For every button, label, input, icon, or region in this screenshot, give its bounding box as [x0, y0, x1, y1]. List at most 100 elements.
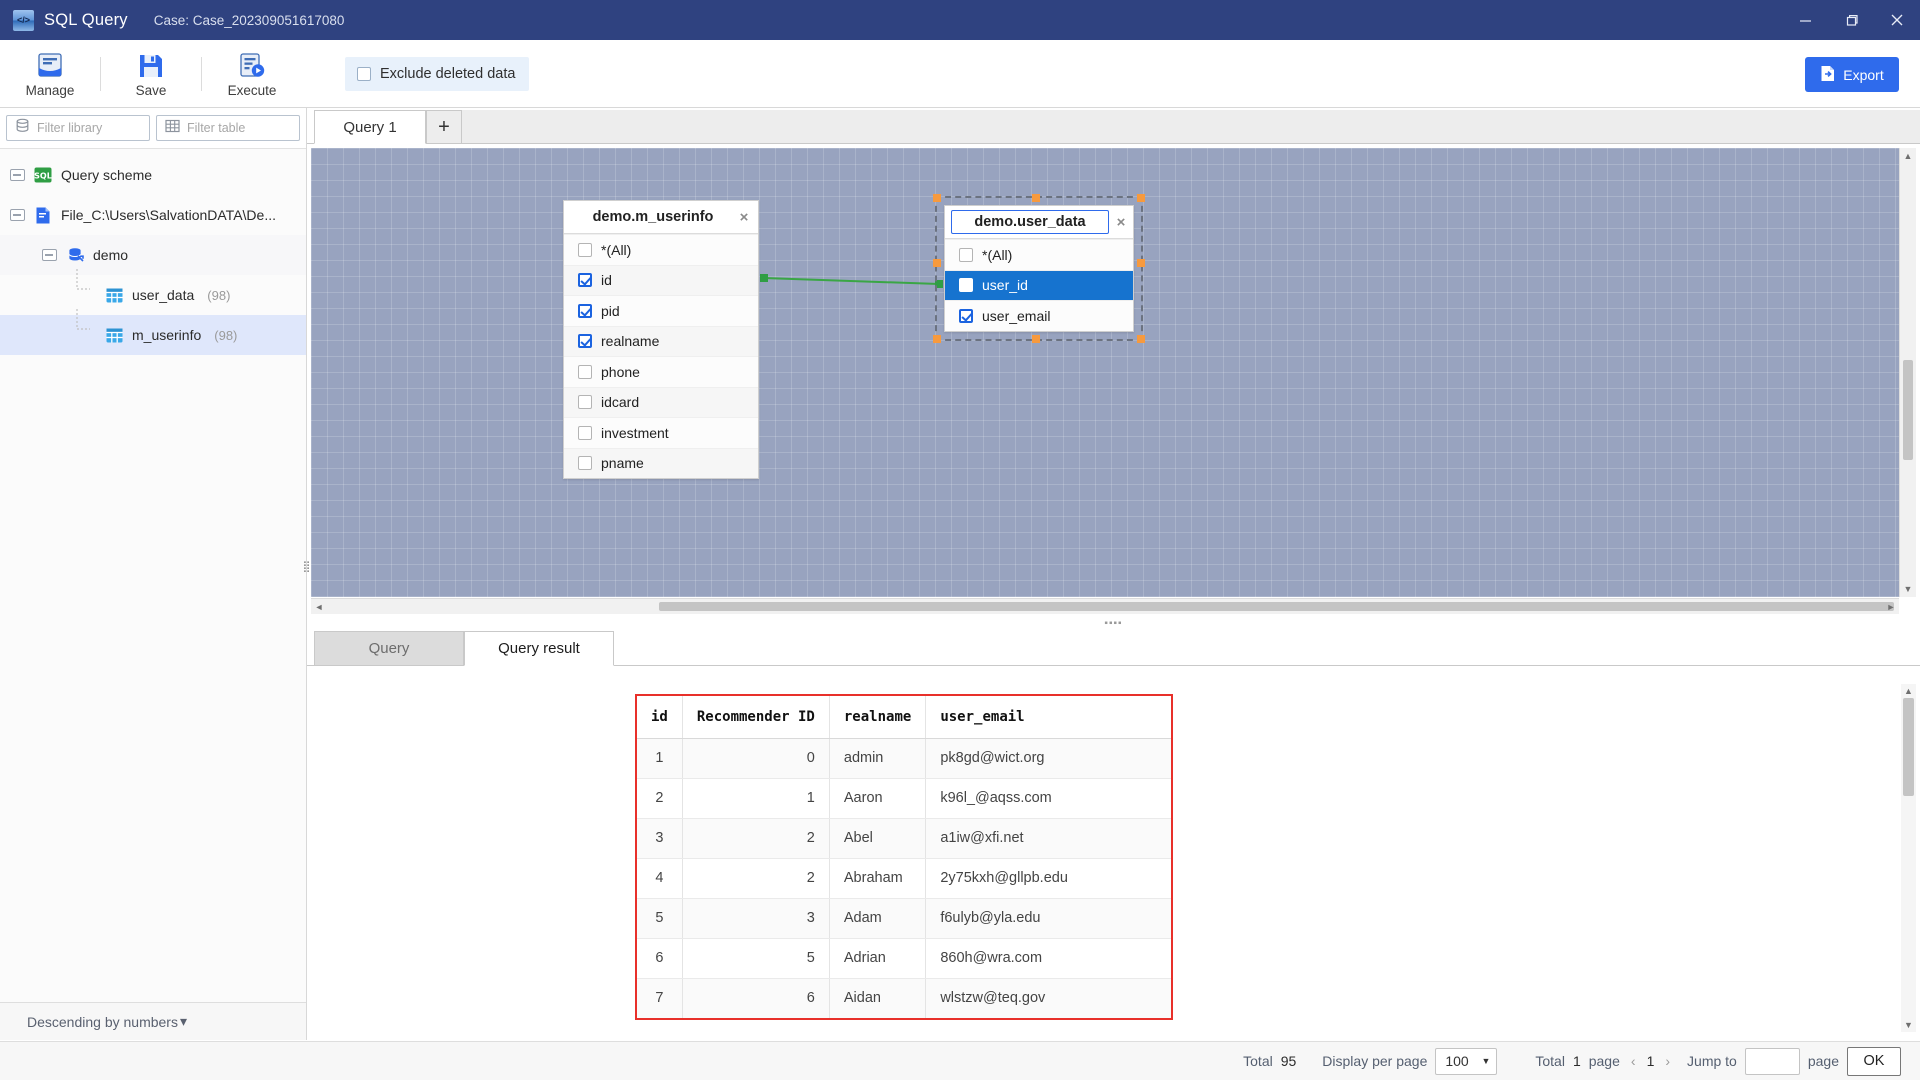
result-scroll-thumb[interactable] [1903, 698, 1914, 796]
resize-handle-se[interactable] [1137, 334, 1145, 343]
cell-realname: admin [829, 738, 927, 779]
field-checkbox[interactable] [578, 456, 592, 471]
field-checkbox[interactable] [578, 395, 592, 410]
canvas-vertical-scrollbar[interactable]: ▲ ▼ [1899, 148, 1916, 597]
tree-item-count: (98) [214, 327, 238, 343]
close-icon[interactable]: × [736, 209, 752, 226]
expander-icon-2[interactable] [10, 209, 25, 221]
field-row-user-email[interactable]: user_email [945, 300, 1133, 331]
execute-button[interactable]: Execute [202, 40, 302, 108]
chevron-down-icon: ▼ [1481, 1056, 1491, 1066]
tree-item-m-userinfo[interactable]: m_userinfo (98) [0, 309, 306, 355]
table-row[interactable]: 7 6 Aidan wlstzw@teq.gov [637, 978, 1171, 1018]
per-page-select[interactable]: 100 ▼ [1435, 1047, 1498, 1075]
resize-handle-nw[interactable] [933, 194, 941, 202]
column-header-id[interactable]: id [637, 696, 683, 739]
horizontal-splitter[interactable]: ▪▪▪▪ [307, 617, 1920, 630]
manage-button[interactable]: Manage [0, 40, 100, 108]
resize-handle-sw[interactable] [933, 334, 941, 343]
field-row-pname[interactable]: pname [564, 447, 758, 478]
field-checkbox[interactable] [578, 334, 592, 349]
entity-demo-user-data[interactable]: demo.user_data × *(All) user_id user_ema… [933, 194, 1145, 343]
field-checkbox[interactable] [578, 273, 592, 288]
tab-query-result[interactable]: Query result [464, 631, 614, 666]
field-row-realname[interactable]: realname [564, 325, 758, 356]
filter-library-field[interactable] [6, 115, 150, 141]
field-checkbox[interactable] [578, 364, 592, 379]
save-button[interactable]: Save [101, 40, 201, 108]
cell-realname: Aidan [829, 978, 927, 1018]
diagram-canvas[interactable]: demo.m_userinfo × *(All) id pid realname… [311, 148, 1899, 597]
resize-handle-w[interactable] [933, 259, 941, 267]
scroll-left-icon[interactable]: ◄ [314, 602, 324, 612]
field-row-id[interactable]: id [564, 264, 758, 295]
table-row[interactable]: 2 1 Aaron k96l_@aqss.com [637, 778, 1171, 819]
entity-header[interactable]: demo.user_data × [945, 206, 1133, 239]
tab-query[interactable]: Query [314, 631, 464, 666]
column-header-recommender-id[interactable]: Recommender ID [682, 696, 830, 739]
entity-title-input[interactable]: demo.user_data [951, 210, 1109, 234]
entity-header[interactable]: demo.m_userinfo × [564, 201, 758, 234]
close-button[interactable] [1874, 0, 1920, 40]
entity-demo-m-userinfo[interactable]: demo.m_userinfo × *(All) id pid realname… [563, 200, 759, 479]
table-row[interactable]: 6 5 Adrian 860h@wra.com [637, 938, 1171, 979]
prev-page-button[interactable]: ‹ [1628, 1053, 1639, 1069]
table-row[interactable]: 1 0 admin pk8gd@wict.org [637, 738, 1171, 779]
table-row[interactable]: 4 2 Abraham 2y75kxh@gllpb.edu [637, 858, 1171, 899]
canvas-v-scroll-thumb[interactable] [1903, 360, 1913, 460]
minimize-button[interactable] [1782, 0, 1828, 40]
tree-item-demo[interactable]: demo [0, 235, 306, 275]
cell-recommender-id: 5 [682, 938, 830, 979]
resize-handle-s[interactable] [1032, 334, 1040, 343]
tree-item-file[interactable]: File_C:\Users\SalvationDATA\De... [0, 195, 306, 235]
table-row[interactable]: 5 3 Adam f6ulyb@yla.edu [637, 898, 1171, 939]
sort-control[interactable]: Descending by numbers ▾ [0, 1002, 306, 1040]
tree-item-query-scheme[interactable]: SQL Query scheme [0, 155, 306, 195]
ok-button[interactable]: OK [1847, 1046, 1901, 1076]
expander-icon[interactable] [10, 169, 25, 181]
scroll-up-icon[interactable]: ▲ [1901, 686, 1916, 696]
field-checkbox[interactable] [959, 278, 973, 293]
field-checkbox[interactable] [959, 247, 973, 262]
resize-handle-e[interactable] [1137, 259, 1145, 267]
filter-library-input[interactable] [37, 121, 141, 135]
result-vertical-scrollbar[interactable]: ▲ ▼ [1901, 684, 1916, 1032]
cell-realname: Adam [829, 898, 927, 939]
scroll-right-icon[interactable]: ► [1886, 602, 1896, 612]
scroll-down-icon[interactable]: ▼ [1901, 1020, 1916, 1030]
field-checkbox[interactable] [578, 303, 592, 318]
field-row-user-id[interactable]: user_id [945, 269, 1133, 300]
maximize-button[interactable] [1828, 0, 1874, 40]
column-header-user-email[interactable]: user_email [925, 696, 1171, 739]
sidebar-splitter[interactable]: ⣿ [302, 555, 310, 577]
filter-table-input[interactable] [187, 121, 291, 135]
field-row-idcard[interactable]: idcard [564, 386, 758, 417]
tree-item-user-data[interactable]: user_data (98) [0, 269, 306, 315]
resize-handle-ne[interactable] [1137, 194, 1145, 202]
add-query-tab-button[interactable]: + [426, 110, 462, 144]
export-button[interactable]: Export [1805, 57, 1899, 92]
filter-table-field[interactable] [156, 115, 300, 141]
scroll-down-icon[interactable]: ▼ [1900, 584, 1916, 594]
expander-icon-3[interactable] [42, 249, 57, 261]
field-row-phone[interactable]: phone [564, 356, 758, 387]
field-checkbox[interactable] [578, 425, 592, 440]
close-icon[interactable]: × [1113, 214, 1129, 231]
tab-query-1[interactable]: Query 1 [314, 110, 426, 144]
jump-to-input[interactable] [1744, 1047, 1800, 1075]
exclude-deleted-data-box[interactable] [357, 66, 371, 81]
canvas-h-scroll-thumb[interactable] [659, 602, 1894, 611]
column-header-realname[interactable]: realname [829, 696, 927, 739]
field-checkbox[interactable] [959, 308, 973, 323]
field-row-pid[interactable]: pid [564, 295, 758, 326]
canvas-horizontal-scrollbar[interactable]: ◄ ► [311, 598, 1899, 614]
scroll-up-icon[interactable]: ▲ [1900, 151, 1916, 161]
field-row-all[interactable]: *(All) [564, 234, 758, 265]
next-page-button[interactable]: › [1662, 1053, 1673, 1069]
table-row[interactable]: 3 2 Abel a1iw@xfi.net [637, 818, 1171, 859]
field-row-all[interactable]: *(All) [945, 239, 1133, 270]
field-checkbox[interactable] [578, 242, 592, 257]
resize-handle-n[interactable] [1032, 194, 1040, 202]
exclude-deleted-data-checkbox[interactable]: Exclude deleted data [345, 56, 530, 91]
field-row-investment[interactable]: investment [564, 417, 758, 448]
